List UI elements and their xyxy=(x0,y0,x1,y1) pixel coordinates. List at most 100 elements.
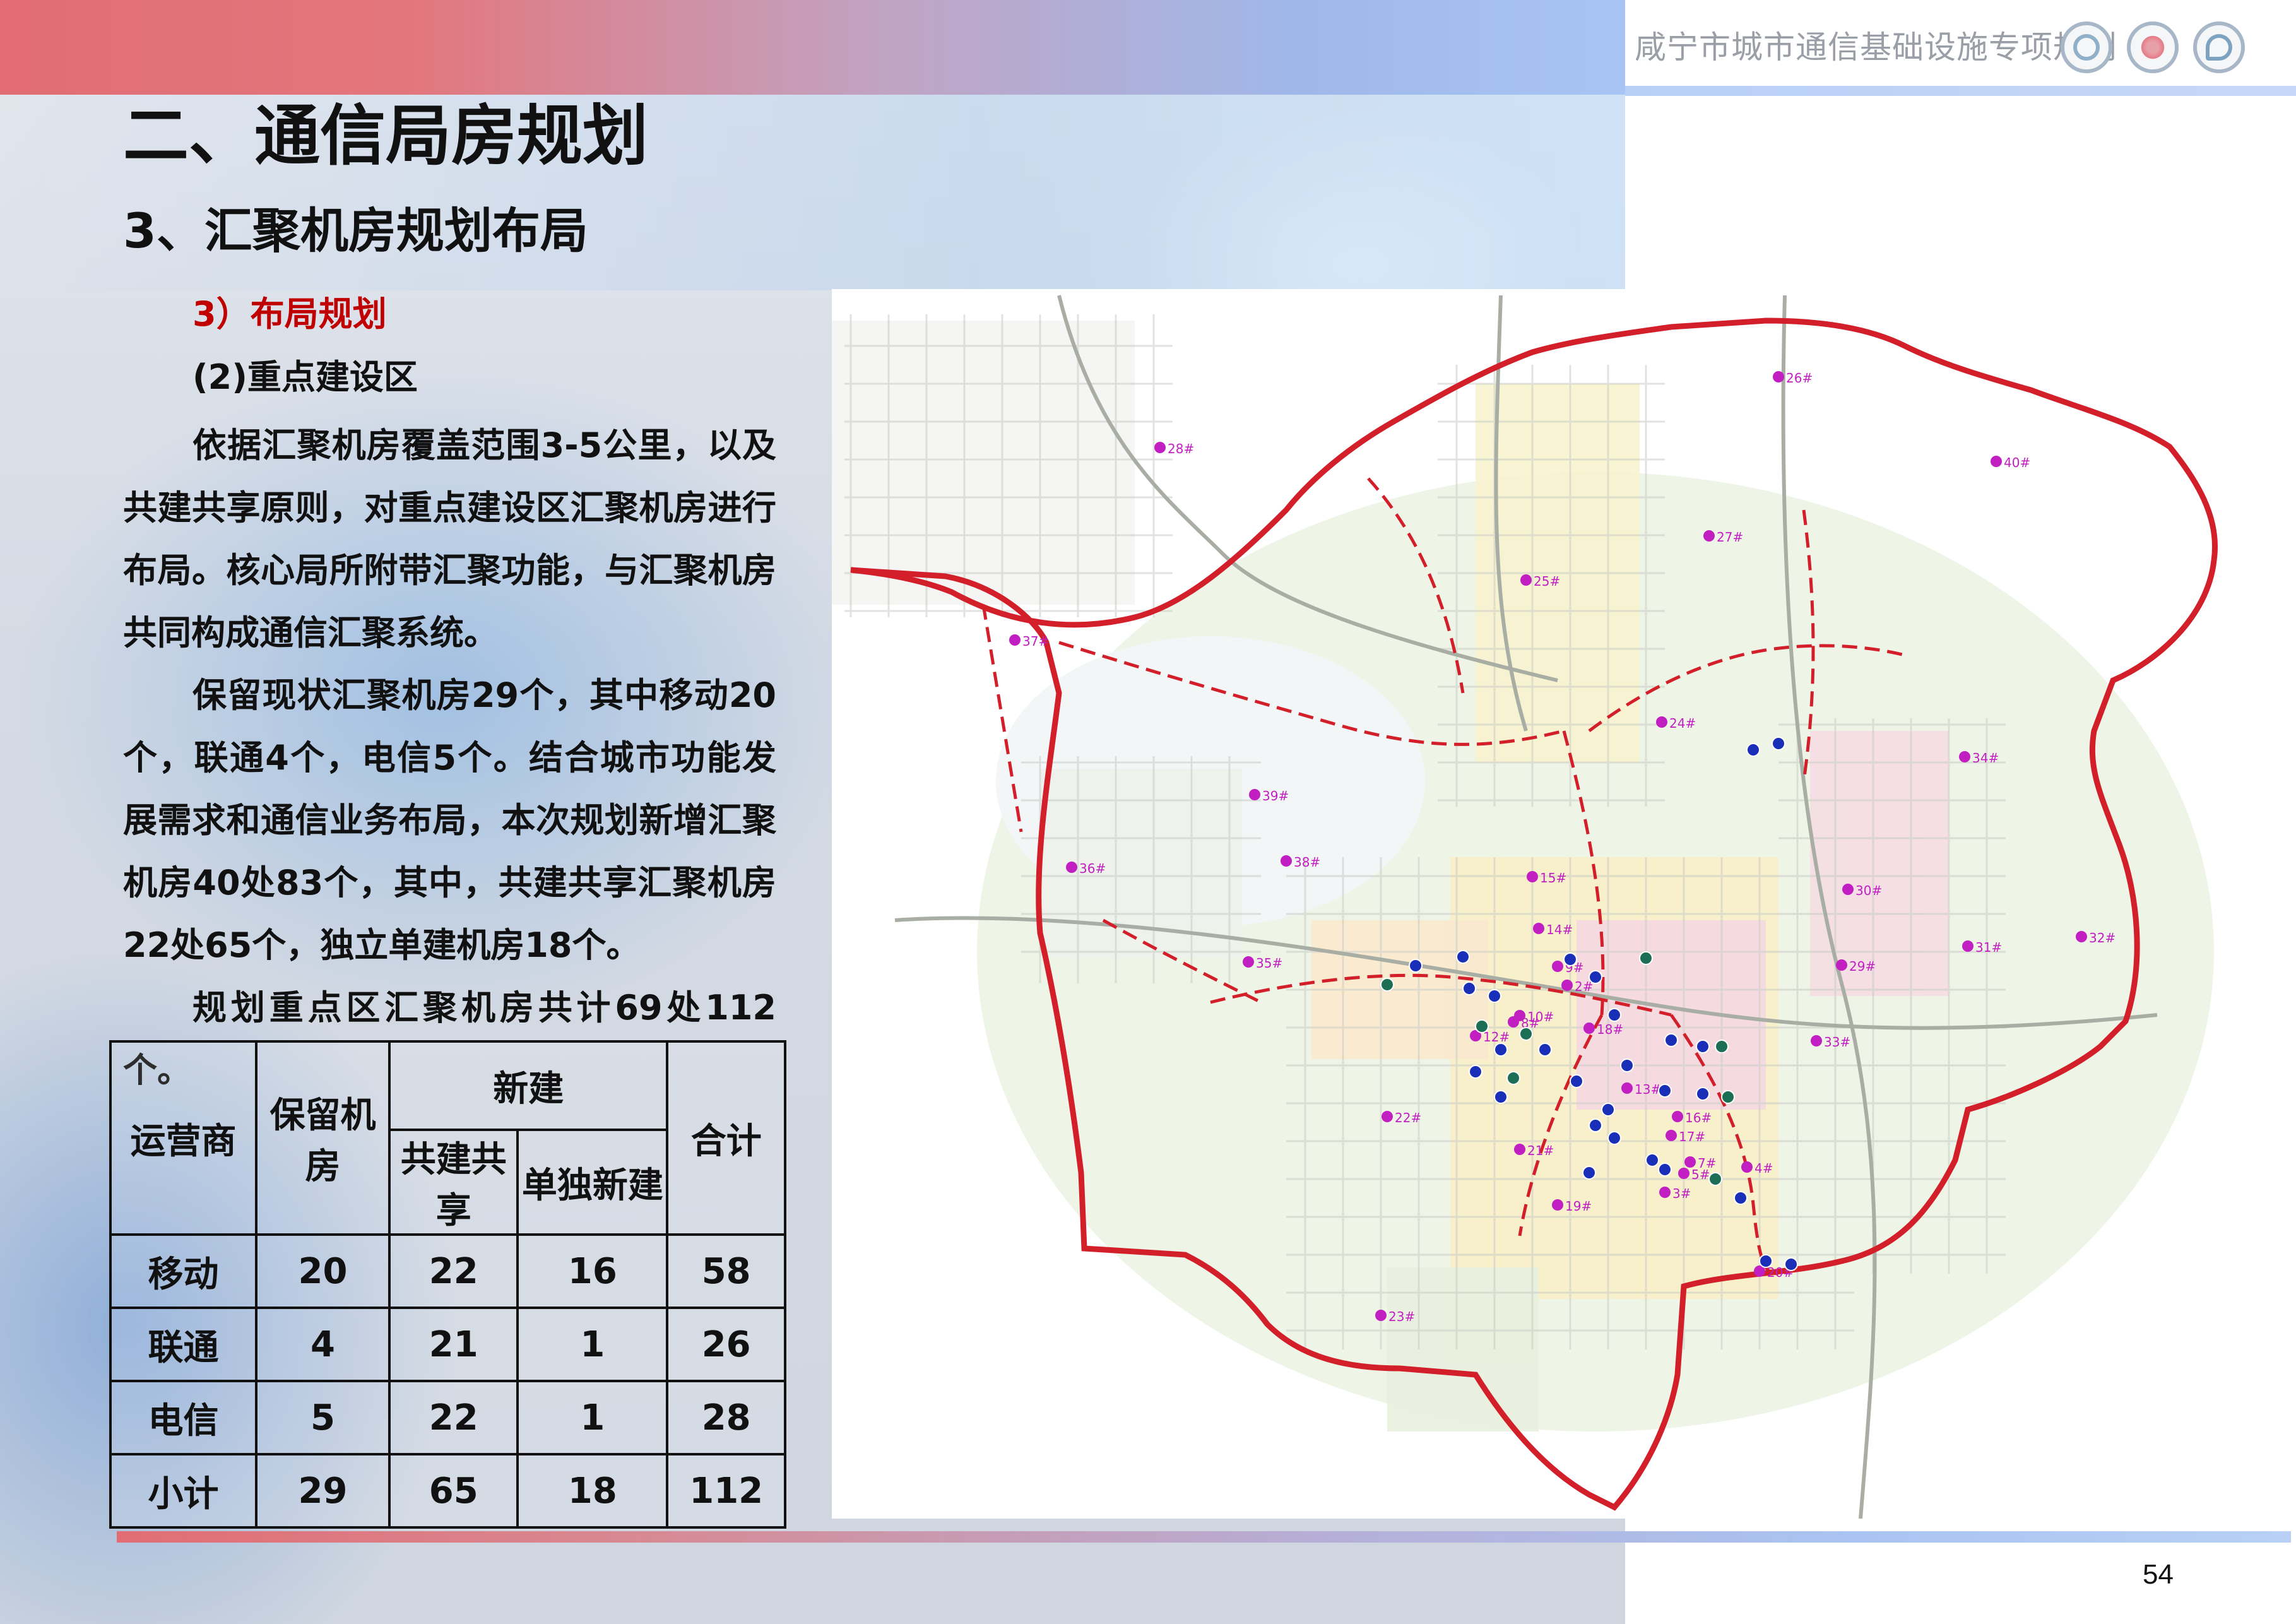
existing-room-marker xyxy=(1462,981,1476,995)
svg-text:13#: 13# xyxy=(1635,1082,1661,1097)
existing-room-marker xyxy=(1746,743,1760,757)
cell-shared: 21 xyxy=(388,1307,519,1382)
cell-total: 112 xyxy=(666,1453,786,1529)
svg-text:16#: 16# xyxy=(1685,1110,1712,1125)
svg-text:40#: 40# xyxy=(2004,455,2030,470)
svg-text:18#: 18# xyxy=(1597,1022,1623,1037)
table-row: 移动 20 22 16 58 xyxy=(109,1233,786,1309)
existing-room-marker xyxy=(1589,1118,1602,1132)
existing-room-marker xyxy=(1519,1027,1533,1041)
existing-room-marker xyxy=(1658,1084,1672,1098)
page-number: 54 xyxy=(2143,1559,2174,1590)
svg-text:25#: 25# xyxy=(1534,574,1560,589)
paragraph: 依据汇聚机房覆盖范围3-5公里，以及共建共享原则，对重点建设区汇聚机房进行布局。… xyxy=(123,425,776,653)
existing-room-marker xyxy=(1494,1043,1508,1057)
existing-room-marker xyxy=(1759,1254,1773,1268)
cell-retained: 20 xyxy=(254,1233,391,1309)
svg-text:37#: 37# xyxy=(1022,634,1049,649)
existing-room-marker xyxy=(1380,978,1394,992)
cell-operator: 小计 xyxy=(109,1453,257,1529)
svg-text:34#: 34# xyxy=(1972,750,1999,766)
cell-shared: 22 xyxy=(388,1380,519,1455)
svg-text:31#: 31# xyxy=(1975,940,2002,955)
existing-room-marker xyxy=(1639,951,1653,965)
existing-room-marker xyxy=(1645,1153,1659,1167)
svg-text:15#: 15# xyxy=(1540,870,1566,886)
svg-text:14#: 14# xyxy=(1546,922,1573,937)
cell-operator: 移动 xyxy=(109,1233,257,1309)
header-shared: 共建共享 xyxy=(388,1129,519,1236)
cell-retained: 29 xyxy=(254,1453,391,1529)
table-row: 小计 29 65 18 112 xyxy=(109,1453,786,1529)
existing-room-marker xyxy=(1696,1040,1710,1053)
subsection-heading: 3）布局规划 xyxy=(192,294,387,334)
svg-text:38#: 38# xyxy=(1294,855,1320,870)
existing-room-marker xyxy=(1538,1043,1552,1057)
existing-room-marker xyxy=(1469,1065,1482,1079)
station-label: 40# xyxy=(1991,455,2030,470)
svg-text:4#: 4# xyxy=(1755,1161,1773,1176)
body-text: 依据汇聚机房覆盖范围3-5公里，以及共建共享原则，对重点建设区汇聚机房进行布局。… xyxy=(123,414,776,1101)
svg-text:19#: 19# xyxy=(1565,1199,1592,1214)
brand-title: 咸宁市城市通信基础设施专项规划 xyxy=(1635,29,2117,66)
cell-total: 28 xyxy=(666,1380,786,1455)
svg-text:22#: 22# xyxy=(1395,1110,1421,1125)
china-telecom-logo-icon xyxy=(2193,21,2245,73)
svg-text:36#: 36# xyxy=(1079,861,1106,876)
china-mobile-logo-icon xyxy=(2061,21,2112,73)
svg-text:27#: 27# xyxy=(1717,530,1743,545)
svg-text:35#: 35# xyxy=(1256,956,1282,971)
existing-room-marker xyxy=(1589,970,1602,984)
svg-text:5#: 5# xyxy=(1691,1167,1710,1182)
existing-room-marker xyxy=(1715,1040,1729,1053)
existing-room-marker xyxy=(1582,1166,1596,1180)
svg-text:28#: 28# xyxy=(1168,441,1194,456)
cell-operator: 电信 xyxy=(109,1380,257,1455)
existing-room-marker xyxy=(1570,1074,1583,1088)
page-title: 二、通信局房规划 xyxy=(123,97,649,174)
existing-room-marker xyxy=(1563,952,1577,966)
section-heading: 3、汇聚机房规划布局 xyxy=(123,203,588,259)
existing-room-marker xyxy=(1488,989,1501,1003)
existing-room-marker xyxy=(1494,1090,1508,1104)
svg-text:21#: 21# xyxy=(1527,1143,1554,1158)
subsubsection-heading: (2)重点建设区 xyxy=(192,357,418,397)
map-canvas: 26# 28# 40# 27# 25# 37# 24# 34# 39# 36# 38# 15# 30# 3… xyxy=(832,295,2218,1519)
station-label: 37# xyxy=(1009,634,1049,649)
existing-room-marker xyxy=(1696,1087,1710,1101)
planning-map: 26# 28# 40# 27# 25# 37# 24# 34# 39# 36# 38# 15# 30# 3… xyxy=(832,289,2255,1519)
header-new: 新建 xyxy=(388,1040,669,1131)
existing-room-marker xyxy=(1664,1033,1678,1047)
existing-room-marker xyxy=(1601,1103,1615,1117)
cell-total: 26 xyxy=(666,1307,786,1382)
existing-room-marker xyxy=(1772,737,1785,750)
svg-text:26#: 26# xyxy=(1786,370,1813,386)
china-unicom-logo-icon xyxy=(2127,21,2179,73)
operator-room-table: 运营商 保留机房 新建 合计 共建共享 单独新建 移动 20 22 16 58 … xyxy=(109,1040,786,1529)
cell-operator: 联通 xyxy=(109,1307,257,1382)
svg-text:23#: 23# xyxy=(1388,1309,1415,1324)
cell-standalone: 1 xyxy=(516,1380,669,1455)
existing-room-marker xyxy=(1784,1257,1798,1271)
existing-room-marker xyxy=(1721,1090,1735,1104)
svg-text:3#: 3# xyxy=(1672,1186,1691,1201)
cell-shared: 22 xyxy=(388,1233,519,1309)
table-row: 联通 4 21 1 26 xyxy=(109,1307,786,1382)
svg-text:29#: 29# xyxy=(1849,959,1876,974)
cell-shared: 65 xyxy=(388,1453,519,1529)
existing-room-marker xyxy=(1607,1131,1621,1145)
paragraph: 保留现状汇聚机房29个，其中移动20个，联通4个，电信5个。结合城市功能发展需求… xyxy=(123,675,776,965)
header-retained: 保留机房 xyxy=(254,1040,391,1236)
table-row: 电信 5 22 1 28 xyxy=(109,1380,786,1455)
header-total: 合计 xyxy=(666,1040,786,1236)
existing-room-marker xyxy=(1409,959,1423,973)
cell-retained: 4 xyxy=(254,1307,391,1382)
existing-room-marker xyxy=(1475,1019,1489,1033)
svg-text:30#: 30# xyxy=(1855,883,1882,898)
header-rule xyxy=(1625,86,2296,96)
header-gradient-bar xyxy=(0,0,1625,95)
cell-standalone: 16 xyxy=(516,1233,669,1309)
existing-room-marker xyxy=(1456,950,1470,964)
svg-text:33#: 33# xyxy=(1824,1034,1850,1050)
cell-retained: 5 xyxy=(254,1380,391,1455)
